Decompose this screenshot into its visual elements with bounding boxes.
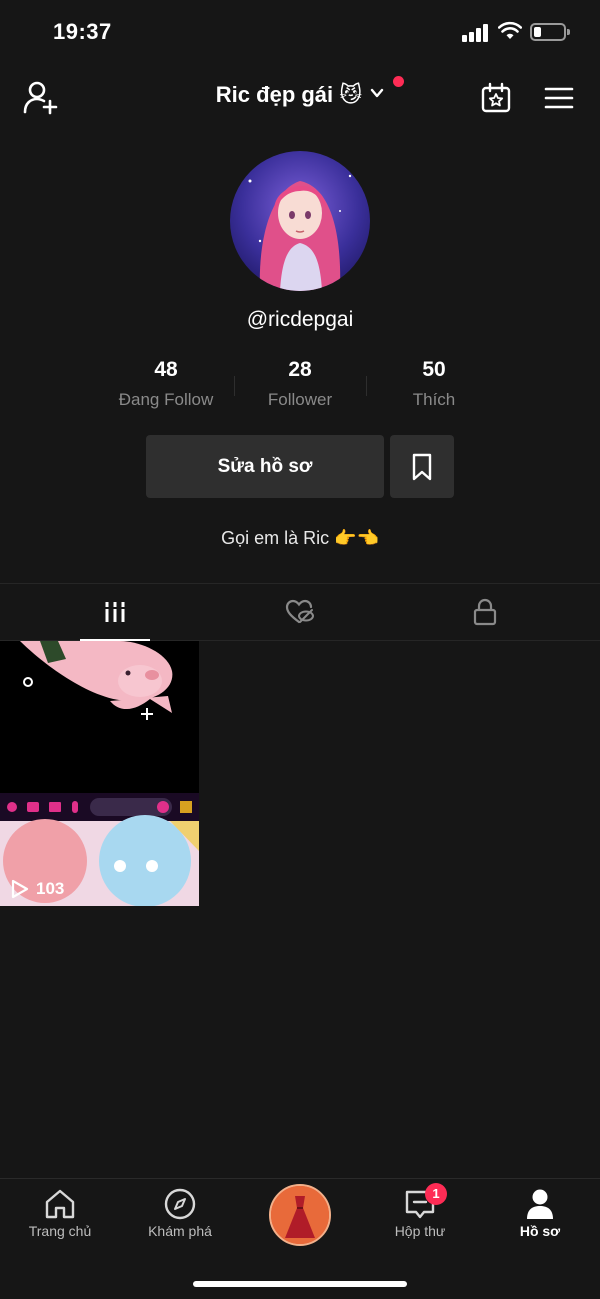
profile-header: Ric đẹp gái 😼 — [0, 70, 600, 126]
menu-button[interactable] — [538, 78, 580, 118]
nav-discover[interactable]: Khám phá — [120, 1187, 240, 1257]
content-tabs — [0, 583, 600, 642]
nav-inbox[interactable]: 1 Hộp thư — [360, 1183, 480, 1257]
bottom-navigation: Trang chủ Khám phá 1 Hộp thư Hồ sơ — [0, 1178, 600, 1299]
nav-discover-label: Khám phá — [148, 1223, 212, 1239]
notification-dot — [393, 76, 404, 87]
profile-stats: 48 Đang Follow 28 Follower 50 Thích — [100, 358, 500, 414]
nav-inbox-label: Hộp thư — [394, 1223, 446, 1239]
video-view-count-value: 103 — [36, 879, 65, 898]
chevron-down-icon — [371, 88, 384, 98]
signal-icon — [462, 24, 490, 42]
stat-followers-value: 28 — [288, 358, 312, 381]
status-bar: 19:37 — [0, 0, 600, 64]
calendar-star-icon — [481, 82, 511, 113]
grid-icon — [104, 602, 126, 622]
heart-hidden-icon — [285, 599, 314, 624]
nav-profile-label: Hồ sơ — [519, 1223, 561, 1239]
stat-following-value: 48 — [154, 358, 178, 381]
home-icon — [45, 1189, 75, 1219]
profile-icon — [527, 1189, 553, 1219]
status-time: 19:37 — [53, 19, 112, 44]
stat-followers-label: Follower — [267, 390, 333, 409]
tab-liked[interactable] — [200, 584, 400, 640]
video-view-count: 103 — [8, 878, 64, 900]
wifi-icon — [498, 21, 522, 39]
dress-icon — [271, 1186, 329, 1244]
nav-home-label: Trang chủ — [28, 1223, 92, 1239]
profile-handle: @ricdepgai — [246, 308, 354, 331]
profile-bio: Gọi em là Ric 👉👈 — [221, 528, 379, 548]
compass-icon — [164, 1188, 196, 1220]
video-thumbnail-image — [0, 641, 199, 906]
favorites-button[interactable] — [390, 435, 454, 498]
stat-followers[interactable]: 28 Follower — [234, 358, 366, 410]
tab-videos[interactable] — [15, 584, 215, 640]
stat-likes-value: 50 — [422, 358, 446, 381]
calendar-button[interactable] — [476, 78, 516, 118]
tab-private[interactable] — [385, 584, 585, 640]
inbox-badge: 1 — [425, 1183, 447, 1205]
stat-following-label: Đang Follow — [118, 390, 214, 409]
edit-profile-button[interactable]: Sửa hồ sơ — [146, 435, 384, 498]
battery-icon — [530, 23, 570, 41]
stat-likes[interactable]: 50 Thích — [368, 358, 500, 410]
stat-divider — [366, 376, 367, 396]
home-indicator — [193, 1281, 407, 1287]
stat-likes-label: Thích — [412, 390, 456, 409]
create-button[interactable] — [269, 1184, 331, 1246]
video-thumbnail[interactable]: 103 — [0, 641, 199, 906]
nav-home[interactable]: Trang chủ — [0, 1187, 120, 1257]
avatar[interactable] — [230, 151, 370, 291]
menu-icon — [544, 87, 574, 109]
play-icon — [11, 879, 29, 899]
lock-icon — [473, 598, 497, 626]
bookmark-icon — [412, 453, 432, 480]
account-name: Ric đẹp gái 😼 — [215, 82, 363, 107]
stat-following[interactable]: 48 Đang Follow — [100, 358, 232, 410]
avatar-image — [230, 151, 370, 291]
nav-profile[interactable]: Hồ sơ — [480, 1187, 600, 1257]
